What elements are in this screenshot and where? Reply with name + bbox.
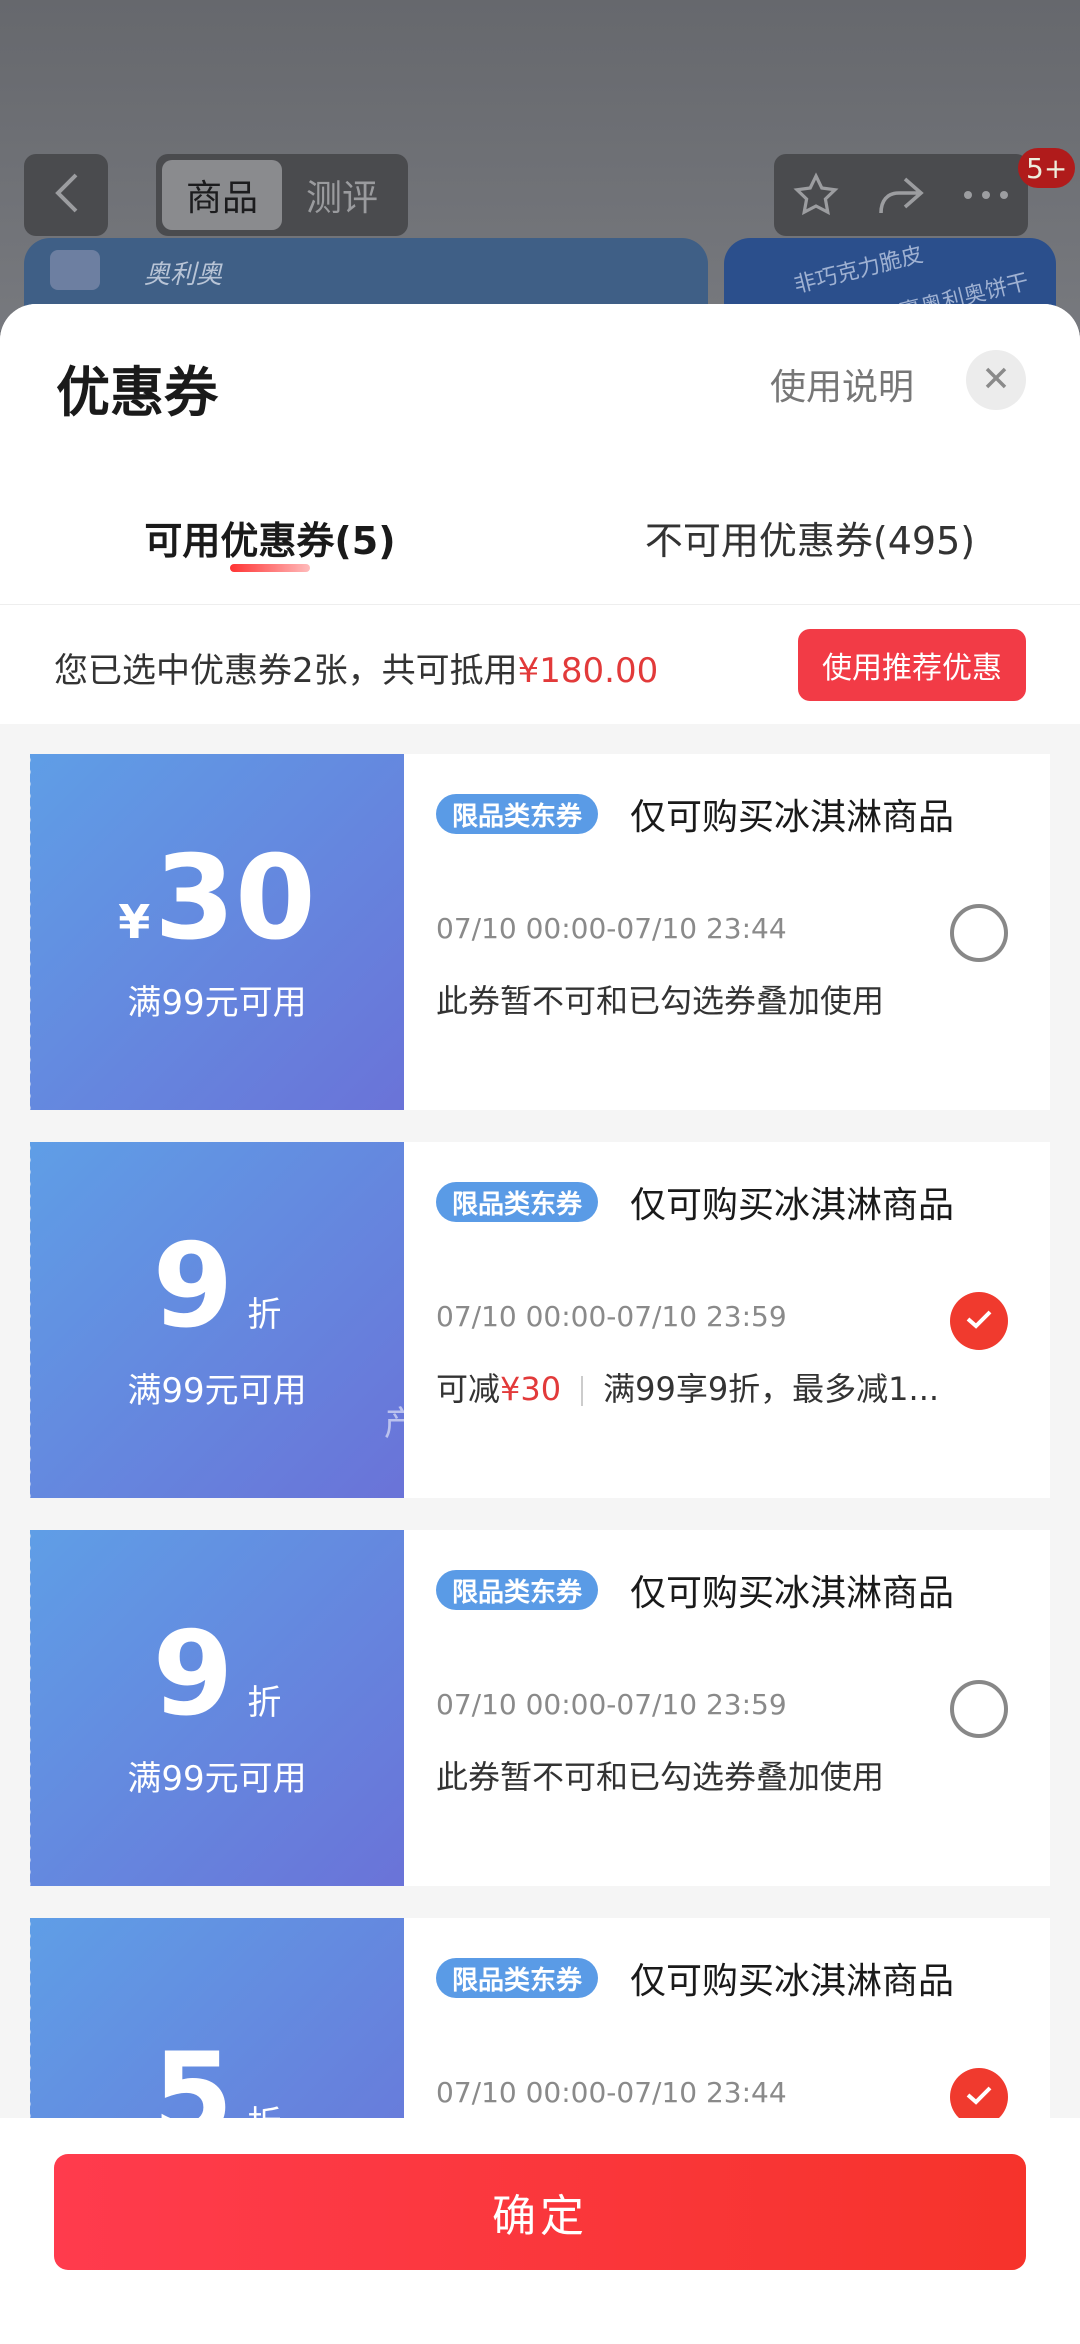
coupon-validity: 07/10 00:00-07/10 23:44	[436, 912, 787, 945]
coupon-list: ¥ 30 满99元可用 限品类东券 仅可购买冰淇淋商品 07/10 00:00-…	[0, 724, 1080, 2274]
note-suffix: 满99享9折，最多减1...	[603, 1370, 940, 1408]
coupon-info: 限品类东券 仅可购买冰淇淋商品 07/10 00:00-07/10 23:59 …	[404, 1530, 1050, 1886]
coupon-tag: 限品类东券	[436, 1182, 599, 1222]
sheet-title: 优惠券	[56, 361, 218, 424]
coupon-card[interactable]: ¥ 30 满99元可用 限品类东券 仅可购买冰淇淋商品 07/10 00:00-…	[26, 754, 1050, 1110]
currency-symbol: ¥	[118, 894, 151, 949]
coupon-condition: 满99元可用	[127, 982, 307, 1023]
coupon-sheet: 优惠券 使用说明 可用优惠券(5) 不可用优惠券(495) 您已选中优惠券2张，…	[0, 304, 1080, 2344]
footer-bar: 确定	[0, 2118, 1080, 2344]
star-icon[interactable]	[786, 165, 846, 225]
brand-logo-icon	[50, 250, 100, 290]
coupon-name: 仅可购买冰淇淋商品	[630, 797, 955, 838]
back-button[interactable]	[24, 154, 108, 236]
coupon-value: 9	[152, 1218, 234, 1354]
usage-help-link[interactable]: 使用说明	[770, 358, 914, 410]
coupon-value: 9	[152, 1606, 234, 1742]
confirm-button[interactable]: 确定	[54, 2154, 1026, 2270]
coupon-tabs: 可用优惠券(5) 不可用优惠券(495)	[0, 504, 1080, 594]
coupon-checkbox[interactable]	[950, 1680, 1008, 1738]
more-icon[interactable]	[956, 165, 1016, 225]
coupon-name: 仅可购买冰淇淋商品	[630, 1573, 955, 1614]
coupon-value-panel: 9 折 满99元可用	[26, 1530, 404, 1886]
coupon-amount: 9 折	[152, 1218, 282, 1354]
summary-prefix: 您已选中优惠券2张，共可抵用	[54, 651, 518, 691]
coupon-value-panel: ¥ 30 满99元可用	[26, 754, 404, 1110]
check-icon	[964, 1307, 994, 1335]
coupon-unit: 折	[247, 1294, 282, 1335]
coupon-note: 此券暂不可和已勾选券叠加使用	[436, 982, 885, 1020]
tab-unavailable-coupons[interactable]: 不可用优惠券(495)	[540, 504, 1080, 594]
coupon-tag: 限品类东券	[436, 1958, 599, 1998]
coupon-info: 限品类东券 仅可购买冰淇淋商品 07/10 00:00-07/10 23:44 …	[404, 754, 1050, 1110]
tab-available-coupons[interactable]: 可用优惠券(5)	[0, 504, 540, 594]
banner-brand-text: 奥利奥	[144, 260, 223, 290]
coupon-validity: 07/10 00:00-07/10 23:59	[436, 1688, 787, 1721]
check-icon	[964, 2083, 994, 2111]
share-icon[interactable]	[871, 165, 931, 225]
sheet-header: 优惠券 使用说明 可用优惠券(5) 不可用优惠券(495)	[0, 304, 1080, 604]
coupon-name: 仅可购买冰淇淋商品	[630, 1185, 955, 1226]
use-recommended-button[interactable]: 使用推荐优惠	[798, 629, 1026, 701]
notification-badge: 5+	[1018, 148, 1076, 188]
coupon-unit: 折	[247, 1682, 282, 1723]
coupon-name: 仅可购买冰淇淋商品	[630, 1961, 955, 2002]
top-actions	[774, 154, 1028, 236]
tab-review[interactable]: 测评	[282, 160, 402, 230]
selection-summary: 您已选中优惠券2张，共可抵用¥180.00 使用推荐优惠	[0, 604, 1080, 724]
coupon-value-panel: 9 折 满99元可用	[26, 1142, 404, 1498]
coupon-checkbox-checked[interactable]	[950, 1292, 1008, 1350]
coupon-condition: 满99元可用	[127, 1758, 307, 1799]
coupon-amount: 9 折	[152, 1606, 282, 1742]
coupon-amount: ¥ 30	[118, 830, 316, 966]
tab-product[interactable]: 商品	[162, 160, 282, 230]
chevron-left-icon	[52, 171, 80, 219]
coupon-value: 30	[154, 830, 316, 966]
watermark-text: 产品性能优势	[384, 1404, 588, 1444]
close-button[interactable]	[966, 350, 1026, 410]
summary-amount: ¥180.00	[517, 651, 659, 691]
page-tab-switcher: 商品 测评	[156, 154, 408, 236]
coupon-tag: 限品类东券	[436, 794, 599, 834]
coupon-card[interactable]: 9 折 满99元可用 限品类东券 仅可购买冰淇淋商品 07/10 00:00-0…	[26, 1530, 1050, 1886]
coupon-validity: 07/10 00:00-07/10 23:44	[436, 2076, 787, 2109]
coupon-note: 此券暂不可和已勾选券叠加使用	[436, 1758, 885, 1796]
coupon-validity: 07/10 00:00-07/10 23:59	[436, 1300, 787, 1333]
coupon-checkbox[interactable]	[950, 904, 1008, 962]
coupon-tag: 限品类东券	[436, 1570, 599, 1610]
coupon-condition: 满99元可用	[127, 1370, 307, 1411]
close-icon	[983, 365, 1009, 395]
summary-text: 您已选中优惠券2张，共可抵用¥180.00	[54, 643, 658, 692]
